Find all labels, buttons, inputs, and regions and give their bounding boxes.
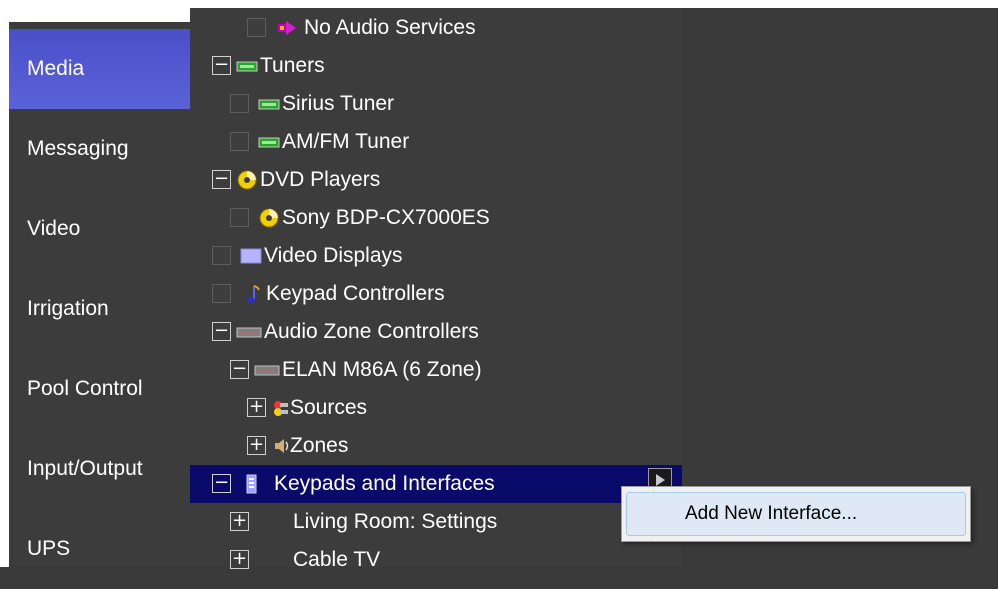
right-top-strip [682, 0, 998, 8]
row-checkbox[interactable] [230, 94, 249, 113]
row-checkbox[interactable] [212, 284, 231, 303]
expand-toggle[interactable]: + [230, 512, 249, 531]
tree-row-sources[interactable]: + Sources [190, 389, 682, 427]
row-label: Audio Zone Controllers [264, 320, 479, 343]
sidebar-item-ups[interactable]: UPS [9, 509, 190, 589]
expand-toggle[interactable]: + [230, 550, 249, 569]
row-label: Sirius Tuner [282, 92, 395, 115]
tree-row-keypad-controllers[interactable]: Keypad Controllers [190, 275, 682, 313]
row-label: Keypad Controllers [266, 282, 445, 305]
tree-row-no-audio-services[interactable]: No Audio Services [190, 9, 682, 47]
row-label: Tuners [260, 54, 325, 77]
sidebar-item-input-output[interactable]: Input/Output [9, 429, 190, 509]
tree-row-audio-zone-controllers[interactable]: − Audio Zone Controllers [190, 313, 682, 351]
row-label: AM/FM Tuner [282, 130, 410, 153]
tree-row-zones[interactable]: + Zones [190, 427, 682, 465]
arrow-icon [276, 18, 298, 38]
keypad-icon [242, 474, 264, 494]
tree-row-video-displays[interactable]: Video Displays [190, 237, 682, 275]
collapse-toggle[interactable]: − [212, 56, 231, 75]
tuner-icon [258, 132, 280, 152]
cables-icon [270, 398, 292, 418]
tree-top-strip [190, 0, 682, 8]
row-label: Keypads and Interfaces [274, 472, 495, 495]
row-label: No Audio Services [304, 16, 476, 39]
tree-row-living-room-settings[interactable]: + Living Room: Settings [190, 503, 682, 541]
row-checkbox[interactable] [247, 18, 266, 37]
tree-row-am-fm-tuner[interactable]: AM/FM Tuner [190, 123, 682, 161]
row-label: DVD Players [260, 168, 381, 191]
menu-item-add-new-interface[interactable]: Add New Interface... [626, 492, 966, 536]
tree-row-dvd-players[interactable]: − DVD Players [190, 161, 682, 199]
zone-controller-icon [254, 360, 280, 380]
sidebar-item-irrigation[interactable]: Irrigation [9, 269, 190, 349]
row-label: Zones [290, 434, 349, 457]
tree-row-cable-tv[interactable]: + Cable TV [190, 541, 682, 579]
row-label: Sony BDP-CX7000ES [282, 206, 490, 229]
context-menu: Add New Interface... [621, 486, 971, 542]
category-sidebar: Media Messaging Video Irrigation Pool Co… [0, 0, 190, 567]
zone-controller-icon [236, 322, 262, 342]
sidebar-item-pool-control[interactable]: Pool Control [9, 349, 190, 429]
tree-row-keypads-and-interfaces[interactable]: − Keypads and Interfaces [190, 465, 682, 503]
expand-toggle[interactable]: + [247, 436, 266, 455]
right-panel [682, 0, 998, 567]
disc-icon [236, 170, 258, 190]
collapse-toggle[interactable]: − [212, 322, 231, 341]
collapse-toggle[interactable]: − [212, 474, 231, 493]
device-tree: No Audio Services − Tuners Sirius Tuner … [190, 0, 682, 571]
row-label: Cable TV [293, 548, 381, 571]
sidebar-item-messaging[interactable]: Messaging [9, 109, 190, 189]
row-label: Sources [290, 396, 368, 419]
tree-row-elan-m86a[interactable]: − ELAN M86A (6 Zone) [190, 351, 682, 389]
row-checkbox[interactable] [212, 246, 231, 265]
sidebar-item-video[interactable]: Video [9, 189, 190, 269]
tree-row-sony-bdp[interactable]: Sony BDP-CX7000ES [190, 199, 682, 237]
row-label: Living Room: Settings [293, 510, 498, 533]
sidebar-top-strip [0, 0, 190, 22]
tree-row-sirius-tuner[interactable]: Sirius Tuner [190, 85, 682, 123]
display-icon [240, 246, 262, 266]
tuner-icon [258, 94, 280, 114]
sidebar-item-media[interactable]: Media [9, 29, 190, 109]
music-note-icon [242, 284, 264, 304]
row-label: ELAN M86A (6 Zone) [282, 358, 482, 381]
collapse-toggle[interactable]: − [230, 360, 249, 379]
row-checkbox[interactable] [230, 132, 249, 151]
tuner-icon [236, 56, 258, 76]
collapse-toggle[interactable]: − [212, 170, 231, 189]
tree-row-tuners[interactable]: − Tuners [190, 47, 682, 85]
row-label: Video Displays [264, 244, 403, 267]
sidebar-edge [0, 22, 9, 567]
disc-icon [258, 208, 280, 228]
row-checkbox[interactable] [230, 208, 249, 227]
expand-toggle[interactable]: + [247, 398, 266, 417]
